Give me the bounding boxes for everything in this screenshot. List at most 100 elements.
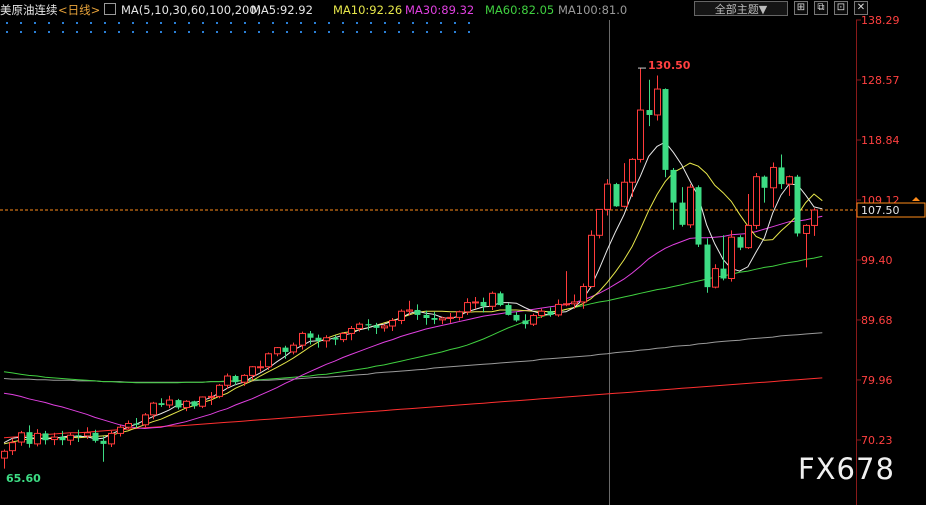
candle-body[interactable]: [133, 423, 140, 425]
candle-body[interactable]: [142, 414, 149, 426]
candle-body[interactable]: [389, 319, 396, 327]
candle-body[interactable]: [456, 311, 463, 318]
candle-body[interactable]: [257, 366, 264, 369]
candle-body[interactable]: [629, 158, 636, 183]
candle-body[interactable]: [431, 317, 438, 320]
candle-body[interactable]: [472, 301, 479, 304]
candle-body[interactable]: [794, 176, 801, 234]
candle-body[interactable]: [100, 440, 107, 444]
candle-body[interactable]: [679, 202, 686, 225]
candle-body[interactable]: [216, 384, 223, 397]
candle-body[interactable]: [604, 183, 611, 210]
candle-body[interactable]: [274, 347, 281, 355]
candle-body[interactable]: [398, 310, 405, 321]
candle-body[interactable]: [84, 432, 91, 437]
candle-body[interactable]: [654, 88, 661, 116]
candle-body[interactable]: [687, 186, 694, 226]
candle-body[interactable]: [745, 224, 752, 249]
candle-body[interactable]: [646, 110, 653, 115]
candle-body[interactable]: [712, 268, 719, 288]
candle-body[interactable]: [183, 400, 190, 408]
candle-body[interactable]: [414, 309, 421, 315]
candle-body[interactable]: [34, 432, 41, 445]
candle-body[interactable]: [51, 436, 58, 441]
candle-body[interactable]: [406, 309, 413, 312]
candle-body[interactable]: [75, 435, 82, 437]
candle-body[interactable]: [480, 301, 487, 307]
candle-body[interactable]: [9, 442, 16, 452]
candle-body[interactable]: [290, 344, 297, 353]
candle-body[interactable]: [778, 167, 785, 185]
candle-body[interactable]: [208, 395, 215, 398]
candle-body[interactable]: [26, 432, 33, 444]
candle-body[interactable]: [670, 169, 677, 203]
candle-body[interactable]: [92, 432, 99, 441]
candle-body[interactable]: [158, 403, 165, 406]
candle-body[interactable]: [423, 314, 430, 318]
candle-body[interactable]: [786, 176, 793, 185]
candle-body[interactable]: [596, 208, 603, 236]
candle-body[interactable]: [464, 302, 471, 313]
candle-body[interactable]: [323, 337, 330, 342]
candle-body[interactable]: [770, 166, 777, 189]
candle-body[interactable]: [761, 176, 768, 188]
candle-body[interactable]: [59, 437, 66, 441]
candle-body[interactable]: [125, 423, 132, 428]
candle-body[interactable]: [530, 315, 537, 325]
candle-body[interactable]: [803, 224, 810, 234]
candle-body[interactable]: [282, 347, 289, 352]
candle-body[interactable]: [447, 316, 454, 319]
candle-body[interactable]: [522, 320, 529, 325]
candle-body[interactable]: [571, 301, 578, 305]
candle-body[interactable]: [307, 333, 314, 338]
candle-body[interactable]: [737, 237, 744, 248]
candle-body[interactable]: [67, 434, 74, 441]
candle-body[interactable]: [340, 332, 347, 341]
candle-body[interactable]: [18, 432, 25, 443]
candle-body[interactable]: [555, 303, 562, 316]
candle-body[interactable]: [191, 401, 198, 407]
candle-body[interactable]: [199, 396, 206, 407]
candle-body[interactable]: [538, 310, 545, 317]
candle-body[interactable]: [580, 286, 587, 303]
candle-body[interactable]: [728, 236, 735, 280]
candle-body[interactable]: [704, 244, 711, 288]
candle-body[interactable]: [315, 337, 322, 341]
candle-body[interactable]: [513, 314, 520, 321]
candle-body[interactable]: [241, 374, 248, 383]
candle-body[interactable]: [232, 376, 239, 383]
candle-body[interactable]: [811, 209, 818, 226]
candle-body[interactable]: [720, 268, 727, 279]
candle-body[interactable]: [547, 311, 554, 315]
candle-body[interactable]: [621, 181, 628, 207]
candlestick-chart[interactable]: 138.29128.57118.84109.1299.4089.6879.967…: [0, 0, 926, 505]
candle-body[interactable]: [662, 89, 669, 170]
candle-body[interactable]: [505, 305, 512, 315]
candle-body[interactable]: [637, 109, 644, 160]
candle-body[interactable]: [489, 292, 496, 307]
candle-body[interactable]: [108, 432, 115, 445]
candle-body[interactable]: [381, 325, 388, 329]
candle-body[interactable]: [497, 293, 504, 306]
candle-body[interactable]: [439, 317, 446, 321]
candle-body[interactable]: [753, 176, 760, 226]
candle-body[interactable]: [348, 327, 355, 334]
candle-body[interactable]: [588, 234, 595, 288]
candle-body[interactable]: [249, 366, 256, 376]
candle-body[interactable]: [695, 187, 702, 245]
candle-body[interactable]: [563, 303, 570, 306]
candle-body[interactable]: [42, 433, 49, 441]
candle-body[interactable]: [356, 323, 363, 329]
candle-body[interactable]: [365, 324, 372, 326]
candle-body[interactable]: [373, 325, 380, 328]
candle-body[interactable]: [224, 375, 231, 386]
candle-body[interactable]: [175, 400, 182, 408]
candle-body[interactable]: [299, 332, 306, 346]
candle-body[interactable]: [150, 402, 157, 416]
candle-body[interactable]: [117, 426, 124, 434]
candle-body[interactable]: [332, 337, 339, 340]
candle-body[interactable]: [613, 184, 620, 207]
candle-body[interactable]: [166, 399, 173, 406]
candle-body[interactable]: [265, 353, 272, 368]
candle-body[interactable]: [1, 450, 8, 459]
